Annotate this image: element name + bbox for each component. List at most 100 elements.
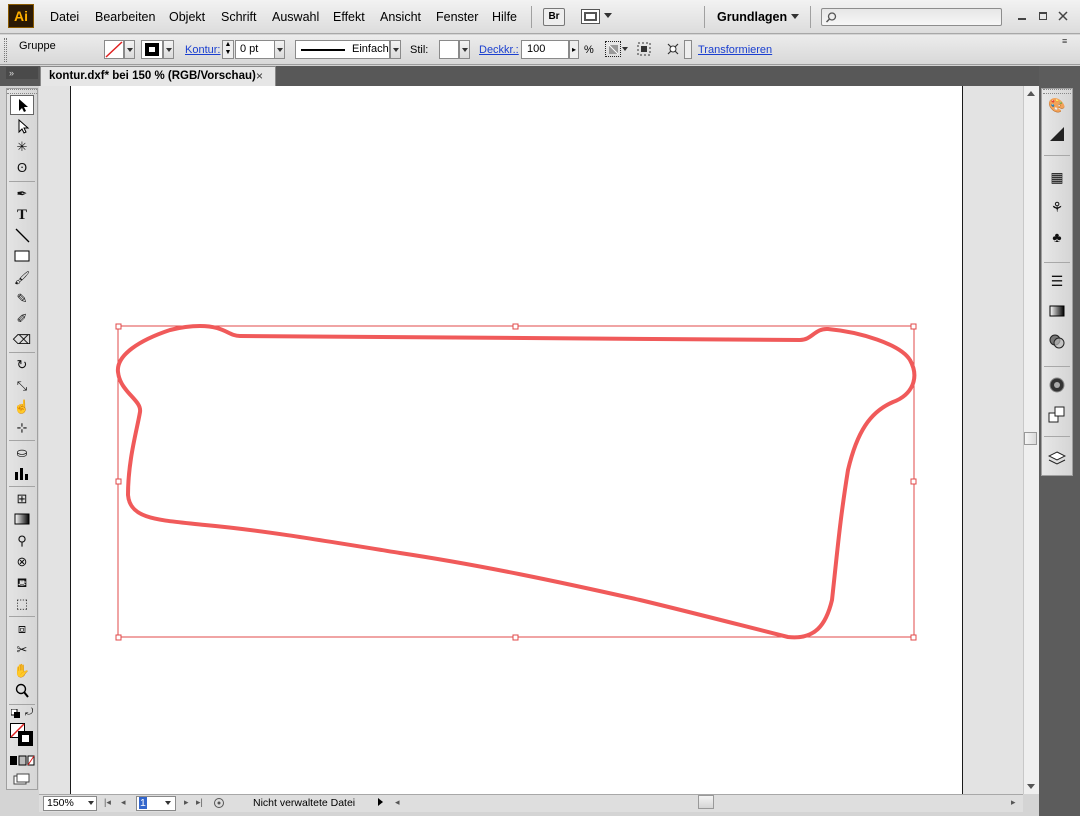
- line-tool-icon[interactable]: [10, 226, 34, 246]
- menu-objekt[interactable]: Objekt: [169, 10, 205, 24]
- scroll-up-icon[interactable]: [1027, 91, 1035, 96]
- workspace-switcher[interactable]: Grundlagen: [717, 10, 787, 24]
- magic-wand-tool-icon[interactable]: ✳: [10, 137, 34, 157]
- symbols-panel-icon[interactable]: ♣: [1048, 228, 1066, 246]
- fill-stroke-indicator[interactable]: [10, 723, 34, 747]
- pen-tool-icon[interactable]: ✒: [10, 184, 34, 204]
- artboard-tool-icon[interactable]: ⧈: [10, 619, 34, 639]
- maximize-button[interactable]: [1036, 9, 1050, 23]
- blob-brush-tool-icon[interactable]: ✐: [10, 309, 34, 329]
- warp-tool-icon[interactable]: ☝: [10, 397, 34, 417]
- blend-tool-icon[interactable]: ⊗: [10, 552, 34, 572]
- toolbox-grip[interactable]: [7, 89, 37, 94]
- gradient-tool-icon[interactable]: [10, 510, 34, 530]
- opacity-field[interactable]: 100: [521, 40, 569, 59]
- stroke-dropdown[interactable]: [163, 40, 174, 59]
- lasso-tool-icon[interactable]: ʘ: [10, 158, 34, 178]
- stroke-weight-dropdown[interactable]: [274, 40, 285, 59]
- menu-fenster[interactable]: Fenster: [436, 10, 478, 24]
- color-mode-buttons[interactable]: [9, 755, 35, 767]
- graphic-style-swatch[interactable]: [439, 40, 459, 59]
- rotate-tool-icon[interactable]: ↻: [10, 355, 34, 375]
- stroke-panel-icon[interactable]: ☰: [1048, 272, 1066, 290]
- chevron-down-icon[interactable]: [604, 13, 612, 18]
- artboard-dropdown-icon[interactable]: [165, 801, 171, 805]
- opacity-slider-button[interactable]: ▸: [569, 40, 579, 59]
- zoom-dropdown-icon[interactable]: [88, 801, 94, 805]
- bridge-button[interactable]: Br: [543, 8, 565, 26]
- stroke-weight-stepper[interactable]: ▲ ▼: [222, 40, 234, 59]
- scroll-right-icon[interactable]: ▸: [1011, 797, 1016, 808]
- transparency-panel-icon[interactable]: [1048, 332, 1066, 350]
- layers-panel-icon[interactable]: [1047, 450, 1067, 468]
- graphic-style-dropdown[interactable]: [459, 40, 470, 59]
- minimize-button[interactable]: [1015, 9, 1029, 23]
- stroke-profile-field[interactable]: Einfach: [295, 40, 390, 59]
- menu-schrift[interactable]: Schrift: [221, 10, 256, 24]
- zoom-tool-icon[interactable]: [10, 682, 34, 702]
- live-paint-selection-tool-icon[interactable]: ⬚: [10, 594, 34, 614]
- screen-mode-button[interactable]: [13, 773, 31, 785]
- isolate-group-button[interactable]: [665, 41, 681, 57]
- rectangle-tool-icon[interactable]: [10, 247, 34, 267]
- chevron-down-icon[interactable]: [791, 14, 799, 19]
- dock-grip[interactable]: [1043, 89, 1071, 94]
- eraser-tool-icon[interactable]: ⌫: [10, 330, 34, 350]
- swap-colors-icon[interactable]: ⤾: [25, 707, 33, 718]
- menu-datei[interactable]: Datei: [50, 10, 79, 24]
- hand-tool-icon[interactable]: ✋: [10, 661, 34, 681]
- vertical-scroll-thumb[interactable]: [1024, 432, 1037, 445]
- toolbox-collapse-icon[interactable]: »: [6, 67, 38, 79]
- direct-selection-tool-icon[interactable]: [10, 117, 34, 137]
- menu-bearbeiten[interactable]: Bearbeiten: [95, 10, 155, 24]
- scale-tool-icon[interactable]: ⤡: [10, 376, 34, 396]
- menu-hilfe[interactable]: Hilfe: [492, 10, 517, 24]
- menu-auswahl[interactable]: Auswahl: [272, 10, 319, 24]
- recolor-artwork-button[interactable]: [605, 41, 621, 57]
- document-tab[interactable]: kontur.dxf* bei 150 % (RGB/Vorschau): [40, 66, 276, 86]
- scroll-down-icon[interactable]: [1027, 784, 1035, 789]
- transform-panel-link[interactable]: Transformieren: [698, 44, 772, 56]
- color-guide-panel-icon[interactable]: [1048, 125, 1066, 143]
- isolate-dropdown[interactable]: [684, 40, 692, 59]
- symbol-sprayer-tool-icon[interactable]: ⛀: [10, 443, 34, 463]
- artboard[interactable]: [70, 86, 963, 794]
- chevron-down-icon[interactable]: [622, 47, 628, 51]
- next-artboard-icon[interactable]: ▸: [184, 797, 189, 808]
- free-transform-tool-icon[interactable]: ⊹: [10, 418, 34, 438]
- search-input[interactable]: [821, 8, 1002, 26]
- menu-ansicht[interactable]: Ansicht: [380, 10, 421, 24]
- horizontal-scroll-thumb[interactable]: [698, 795, 714, 809]
- close-button[interactable]: [1056, 9, 1070, 23]
- swatches-panel-icon[interactable]: ▦: [1048, 168, 1066, 186]
- opacity-panel-link[interactable]: Deckkr.:: [479, 44, 519, 56]
- first-artboard-icon[interactable]: |◂: [104, 797, 111, 808]
- fill-color-swatch[interactable]: [104, 40, 124, 59]
- fill-dropdown[interactable]: [124, 40, 135, 59]
- stroke-panel-link[interactable]: Kontur:: [185, 44, 220, 56]
- gradient-panel-icon[interactable]: [1048, 302, 1066, 320]
- version-cue-icon[interactable]: [213, 796, 225, 809]
- color-panel-icon[interactable]: 🎨: [1048, 96, 1066, 114]
- pencil-tool-icon[interactable]: ✎: [10, 289, 34, 309]
- default-colors-icon[interactable]: [10, 708, 21, 718]
- live-paint-bucket-tool-icon[interactable]: ⛾: [10, 573, 34, 593]
- tab-close-icon[interactable]: ×: [256, 69, 263, 83]
- control-bar-menu-icon[interactable]: ≡: [1062, 36, 1067, 46]
- last-artboard-icon[interactable]: ▸|: [196, 797, 203, 808]
- status-text[interactable]: Nicht verwaltete Datei: [253, 797, 355, 809]
- stroke-weight-field[interactable]: 0 pt: [235, 40, 275, 59]
- eyedropper-tool-icon[interactable]: ⚲: [10, 531, 34, 551]
- type-tool-icon[interactable]: T: [10, 205, 34, 225]
- paintbrush-tool-icon[interactable]: 🖌: [10, 268, 34, 288]
- control-bar-grip[interactable]: [4, 38, 7, 62]
- selection-tool-icon[interactable]: [10, 95, 34, 115]
- previous-artboard-icon[interactable]: ◂: [121, 797, 126, 808]
- mesh-tool-icon[interactable]: ⊞: [10, 489, 34, 509]
- brushes-panel-icon[interactable]: ⚘: [1048, 198, 1066, 216]
- stroke-color-swatch[interactable]: [141, 40, 163, 59]
- slice-tool-icon[interactable]: ✂: [10, 640, 34, 660]
- scroll-left-icon[interactable]: ◂: [395, 797, 400, 808]
- stroke-profile-dropdown[interactable]: [390, 40, 401, 59]
- status-menu-icon[interactable]: [378, 798, 383, 806]
